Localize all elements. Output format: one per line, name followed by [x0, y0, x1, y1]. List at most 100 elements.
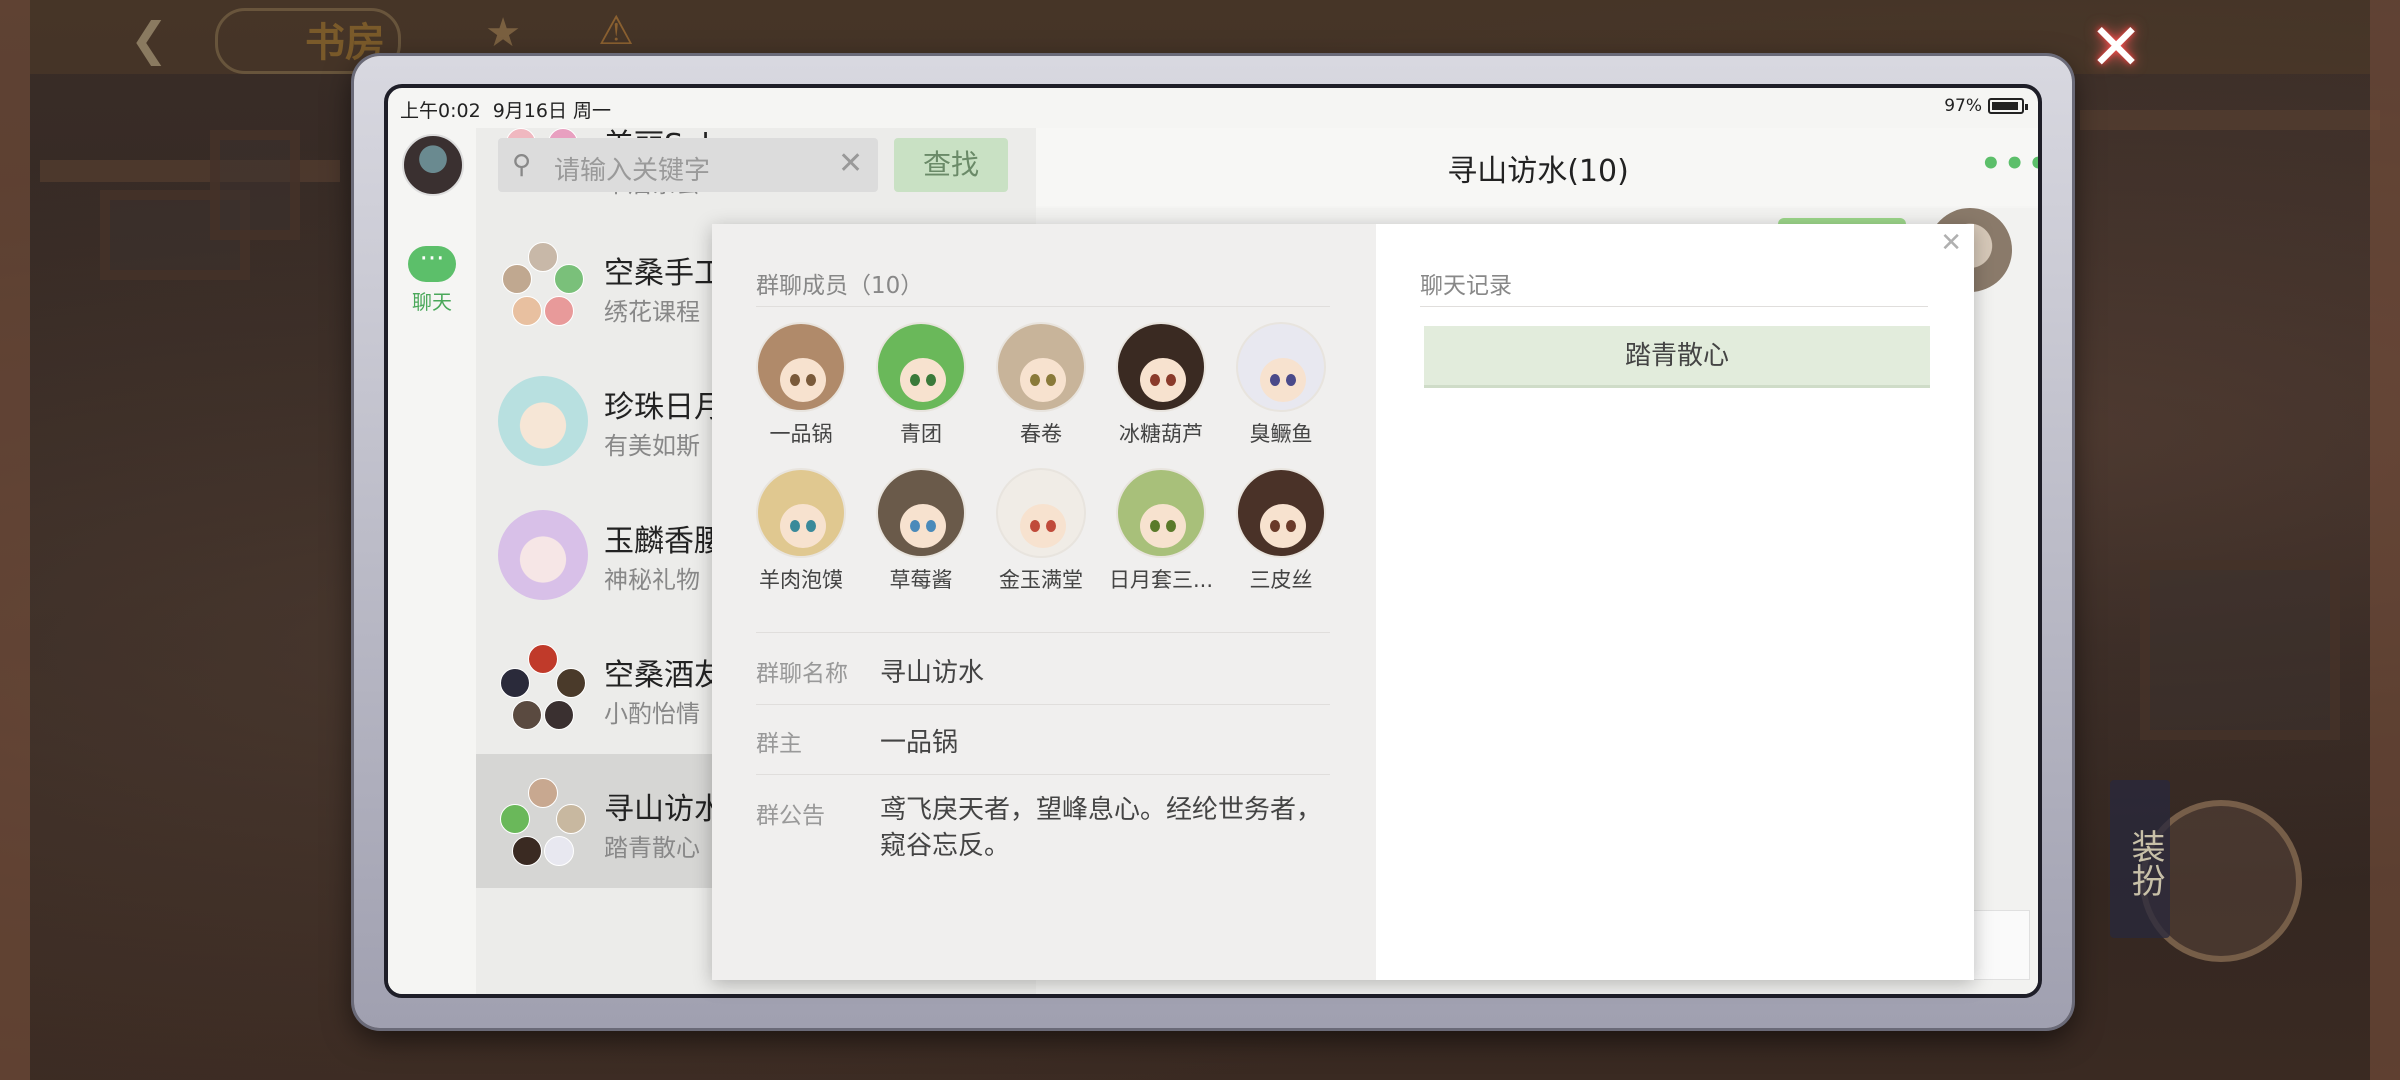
member-name: 羊肉泡馍 — [759, 568, 843, 592]
member-name: 一品锅 — [769, 422, 833, 446]
member-name: 三皮丝 — [1249, 568, 1313, 592]
chat-list-item-preview: 绣花课程 — [604, 298, 700, 326]
close-phone-icon[interactable]: ✕ — [2086, 16, 2146, 80]
member-avatar — [876, 468, 966, 558]
member-name: 臭鳜鱼 — [1249, 422, 1313, 446]
member-avatar-face — [1020, 504, 1066, 548]
member-avatar-eye — [790, 520, 800, 532]
chat-list-item-name: 空桑酒友 — [604, 658, 724, 693]
battery-icon — [1988, 98, 2028, 114]
chat-list-item-name: 珍珠日月 — [604, 390, 724, 425]
search-icon: ⚲ — [512, 150, 532, 180]
member-avatar-eye — [1270, 374, 1280, 386]
group-avatar — [498, 644, 588, 734]
close-icon[interactable]: ✕ — [1940, 228, 1962, 258]
member-item[interactable]: 金玉满堂 — [986, 468, 1096, 594]
member-avatar-eye — [1166, 520, 1176, 532]
nav-tab-chat-label: 聊天 — [412, 290, 452, 314]
member-avatar-face — [1140, 504, 1186, 548]
user-avatar — [498, 376, 588, 466]
chat-records-title: 聊天记录 — [1420, 273, 1512, 299]
member-item[interactable]: 春卷 — [986, 322, 1096, 448]
chat-list-item-preview: 小酌怡情 — [604, 700, 700, 728]
chat-bubble-icon: ··· — [408, 246, 456, 282]
chat-record-item[interactable]: 踏青散心 — [1424, 326, 1930, 388]
member-avatar-eye — [790, 374, 800, 386]
member-avatar — [1116, 468, 1206, 558]
member-avatar-eye — [1046, 374, 1056, 386]
member-item[interactable]: 草莓酱 — [866, 468, 976, 594]
nav-tab-chat[interactable]: ··· 聊天 — [402, 246, 462, 315]
group-owner-label: 群主 — [756, 731, 802, 757]
member-avatar-eye — [1166, 374, 1176, 386]
member-item[interactable]: 冰糖葫芦 — [1106, 322, 1216, 448]
member-item[interactable]: 羊肉泡馍 — [746, 468, 856, 594]
background-left-edge — [0, 0, 30, 1080]
profile-avatar[interactable] — [402, 134, 464, 196]
member-item[interactable]: 青团 — [866, 322, 976, 448]
chat-list-item-name: 空桑手工 — [604, 256, 724, 291]
member-avatar-eye — [1270, 520, 1280, 532]
group-owner-value: 一品锅 — [880, 728, 959, 758]
member-avatar-eye — [1286, 374, 1296, 386]
member-item[interactable]: 臭鳜鱼 — [1226, 322, 1336, 448]
members-title: 群聊成员（10） — [756, 273, 924, 299]
member-name: 草莓酱 — [889, 568, 953, 592]
member-avatar — [876, 322, 966, 412]
group-info-panel: 群聊成员（10） 一品锅 青团 春卷 冰糖葫芦 臭鳜鱼羊肉泡馍 草莓酱 金玉满堂 日月套三..… — [712, 224, 1376, 980]
member-name: 冰糖葫芦 — [1119, 422, 1203, 446]
search-button[interactable]: 查找 — [894, 138, 1008, 192]
clear-icon[interactable]: ✕ — [838, 146, 863, 181]
divider — [756, 704, 1330, 705]
member-avatar-face — [1260, 358, 1306, 402]
member-avatar-face — [1140, 358, 1186, 402]
member-avatar-eye — [1150, 374, 1160, 386]
alert-icon[interactable]: ⚠ — [590, 8, 642, 60]
member-avatar-face — [780, 504, 826, 548]
group-notice-value: 鸢飞戾天者，望峰息心。经纶世务者，窥谷忘反。 — [880, 795, 1323, 861]
member-avatar-eye — [910, 374, 920, 386]
member-avatar-eye — [910, 520, 920, 532]
chat-list-item-name: 寻山访水 — [604, 792, 724, 827]
status-date: 9月16日 周一 — [492, 100, 612, 122]
status-time: 上午0:02 — [400, 100, 481, 122]
star-icon[interactable]: ★ — [478, 10, 528, 60]
status-bar-right: 97% — [1944, 96, 2028, 116]
status-bar-left: 上午0:02 9月16日 周一 — [400, 96, 611, 123]
divider — [1420, 306, 1928, 307]
member-avatar — [756, 468, 846, 558]
divider — [756, 632, 1330, 633]
member-avatar-eye — [926, 520, 936, 532]
chat-title: 寻山访水(10) — [1447, 154, 1629, 189]
group-avatar — [498, 778, 588, 868]
group-name-value: 寻山访水 — [880, 658, 985, 688]
member-avatar-face — [780, 358, 826, 402]
member-avatar-eye — [926, 374, 936, 386]
group-info-modal: 群聊成员（10） 一品锅 青团 春卷 冰糖葫芦 臭鳜鱼羊肉泡馍 草莓酱 金玉满堂 日月套三..… — [712, 224, 1974, 980]
divider — [756, 306, 1330, 307]
background-beam — [2080, 110, 2380, 130]
member-avatar-eye — [806, 520, 816, 532]
member-name: 日月套三... — [1108, 568, 1214, 592]
member-avatar — [1236, 322, 1326, 412]
member-item[interactable]: 三皮丝 — [1226, 468, 1336, 594]
chat-list-item-preview: 神秘礼物 — [604, 566, 700, 594]
member-avatar — [996, 468, 1086, 558]
chat-list-item-preview: 踏青散心 — [604, 834, 700, 862]
chat-list-item-name: 玉麟香腰 — [604, 524, 724, 559]
user-avatar — [498, 510, 588, 600]
more-options-icon[interactable]: ••• — [1980, 144, 2038, 184]
member-name: 春卷 — [1020, 422, 1062, 446]
member-avatar-face — [900, 504, 946, 548]
chat-list-item-preview: 有美如斯 — [604, 432, 700, 460]
background-window — [2140, 560, 2340, 740]
background-right-edge — [2370, 0, 2400, 1080]
back-arrow-icon[interactable]: ❮ — [118, 12, 180, 66]
member-avatar-eye — [1286, 520, 1296, 532]
member-avatar-eye — [1150, 520, 1160, 532]
member-avatar-face — [1260, 504, 1306, 548]
member-avatar — [996, 322, 1086, 412]
member-item[interactable]: 日月套三... — [1106, 468, 1216, 594]
member-item[interactable]: 一品锅 — [746, 322, 856, 448]
dress-up-button[interactable]: 装扮 — [2110, 780, 2170, 938]
